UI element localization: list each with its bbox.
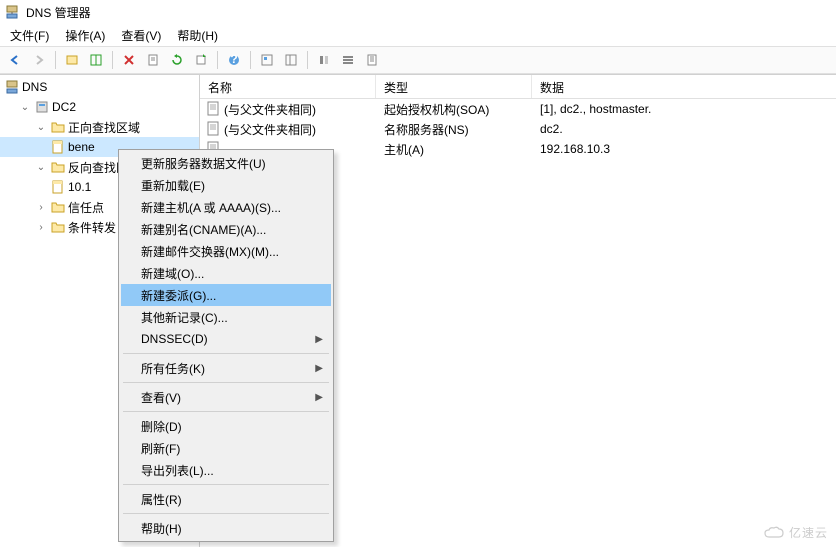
menu-view[interactable]: 查看(V) [113,25,169,46]
ctx-new-delegation[interactable]: 新建委派(G)... [121,284,331,306]
list-row[interactable]: (与父文件夹相同) 起始授权机构(SOA) [1], dc2., hostmas… [200,99,836,119]
ctx-help[interactable]: 帮助(H) [121,517,331,539]
column-name[interactable]: 名称 [200,75,376,98]
ctx-new-mx[interactable]: 新建邮件交换器(MX)(M)... [121,240,331,262]
forward-button[interactable] [28,49,50,71]
folder-icon [50,219,66,235]
ctx-other-records[interactable]: 其他新记录(C)... [121,306,331,328]
cell-data: dc2. [532,122,836,136]
toolbar-separator [250,51,251,69]
ctx-new-host[interactable]: 新建主机(A 或 AAAA)(S)... [121,196,331,218]
tree-label: 10.1 [68,180,91,194]
tree-label: bene [68,140,95,154]
ctx-reload[interactable]: 重新加载(E) [121,174,331,196]
cell-type: 起始授权机构(SOA) [376,101,532,118]
cloud-icon [763,526,785,540]
window-title: DNS 管理器 [26,4,91,21]
tree-label: DC2 [52,100,76,114]
record-icon [206,121,220,137]
expander-collapsed-icon[interactable]: › [34,200,48,214]
tree-label: 正向查找区域 [68,119,140,136]
tree-forward-zones[interactable]: ⌄ 正向查找区域 [0,117,199,137]
column-button-2[interactable] [337,49,359,71]
folder-icon [50,199,66,215]
ctx-separator [123,411,329,412]
export-button[interactable] [190,49,212,71]
expander-expanded-icon[interactable]: ⌄ [34,160,48,174]
ctx-label: DNSSEC(D) [141,332,208,346]
title-bar: DNS 管理器 [0,0,836,24]
back-button[interactable] [4,49,26,71]
ctx-view[interactable]: 查看(V) ▶ [121,386,331,408]
toolbar-separator [307,51,308,69]
watermark: 亿速云 [763,524,828,541]
refresh-button[interactable] [166,49,188,71]
ctx-separator [123,382,329,383]
new-container-button[interactable] [61,49,83,71]
delete-button[interactable] [118,49,140,71]
list-header: 名称 类型 数据 [200,75,836,99]
app-icon [4,4,20,20]
menu-file[interactable]: 文件(F) [2,25,57,46]
toolbar: ? [0,46,836,74]
ctx-new-alias[interactable]: 新建别名(CNAME)(A)... [121,218,331,240]
expander-expanded-icon[interactable]: ⌄ [18,100,32,114]
ctx-label: 所有任务(K) [141,360,205,377]
chevron-right-icon: ▶ [315,363,323,374]
folder-icon [50,119,66,135]
cell-type: 名称服务器(NS) [376,121,532,138]
tree-label: 条件转发 [68,219,116,236]
expander-expanded-icon[interactable]: ⌄ [34,120,48,134]
toolbar-separator [112,51,113,69]
column-button-3[interactable] [361,49,383,71]
tree-label: DNS [22,80,47,94]
cell-name: (与父文件夹相同) [224,121,316,138]
menu-bar: 文件(F) 操作(A) 查看(V) 帮助(H) [0,24,836,46]
ctx-label: 查看(V) [141,389,181,406]
ctx-export[interactable]: 导出列表(L)... [121,459,331,481]
properties-button[interactable] [142,49,164,71]
chevron-right-icon: ▶ [315,334,323,345]
column-data[interactable]: 数据 [532,75,836,98]
folder-icon [50,159,66,175]
menu-help[interactable]: 帮助(H) [169,25,226,46]
tree-label: 信任点 [68,199,104,216]
ctx-refresh[interactable]: 刷新(F) [121,437,331,459]
server-icon [34,99,50,115]
zone-file-icon [50,139,66,155]
filter-button-1[interactable] [256,49,278,71]
toolbar-separator [55,51,56,69]
ctx-separator [123,513,329,514]
help-button[interactable]: ? [223,49,245,71]
expander-collapsed-icon[interactable]: › [34,220,48,234]
column-button-1[interactable] [313,49,335,71]
tree-root-dns[interactable]: DNS [0,77,199,97]
chevron-right-icon: ▶ [315,392,323,403]
list-row[interactable]: (与父文件夹相同) 名称服务器(NS) dc2. [200,119,836,139]
cell-name: (与父文件夹相同) [224,101,316,118]
ctx-separator [123,484,329,485]
cell-data: 192.168.10.3 [532,142,836,156]
ctx-properties[interactable]: 属性(R) [121,488,331,510]
tree-dc2[interactable]: ⌄ DC2 [0,97,199,117]
svg-text:?: ? [230,53,237,66]
menu-action[interactable]: 操作(A) [57,25,113,46]
cell-type: 主机(A) [376,141,532,158]
filter-button-2[interactable] [280,49,302,71]
show-hide-button[interactable] [85,49,107,71]
column-type[interactable]: 类型 [376,75,532,98]
dns-icon [4,79,20,95]
ctx-dnssec[interactable]: DNSSEC(D) ▶ [121,328,331,350]
zone-file-icon [50,179,66,195]
ctx-separator [123,353,329,354]
ctx-all-tasks[interactable]: 所有任务(K) ▶ [121,357,331,379]
watermark-text: 亿速云 [789,524,828,541]
toolbar-separator [217,51,218,69]
ctx-new-domain[interactable]: 新建域(O)... [121,262,331,284]
cell-data: [1], dc2., hostmaster. [532,102,836,116]
context-menu: 更新服务器数据文件(U) 重新加载(E) 新建主机(A 或 AAAA)(S)..… [118,149,334,542]
ctx-update-file[interactable]: 更新服务器数据文件(U) [121,152,331,174]
ctx-delete[interactable]: 删除(D) [121,415,331,437]
record-icon [206,101,220,117]
